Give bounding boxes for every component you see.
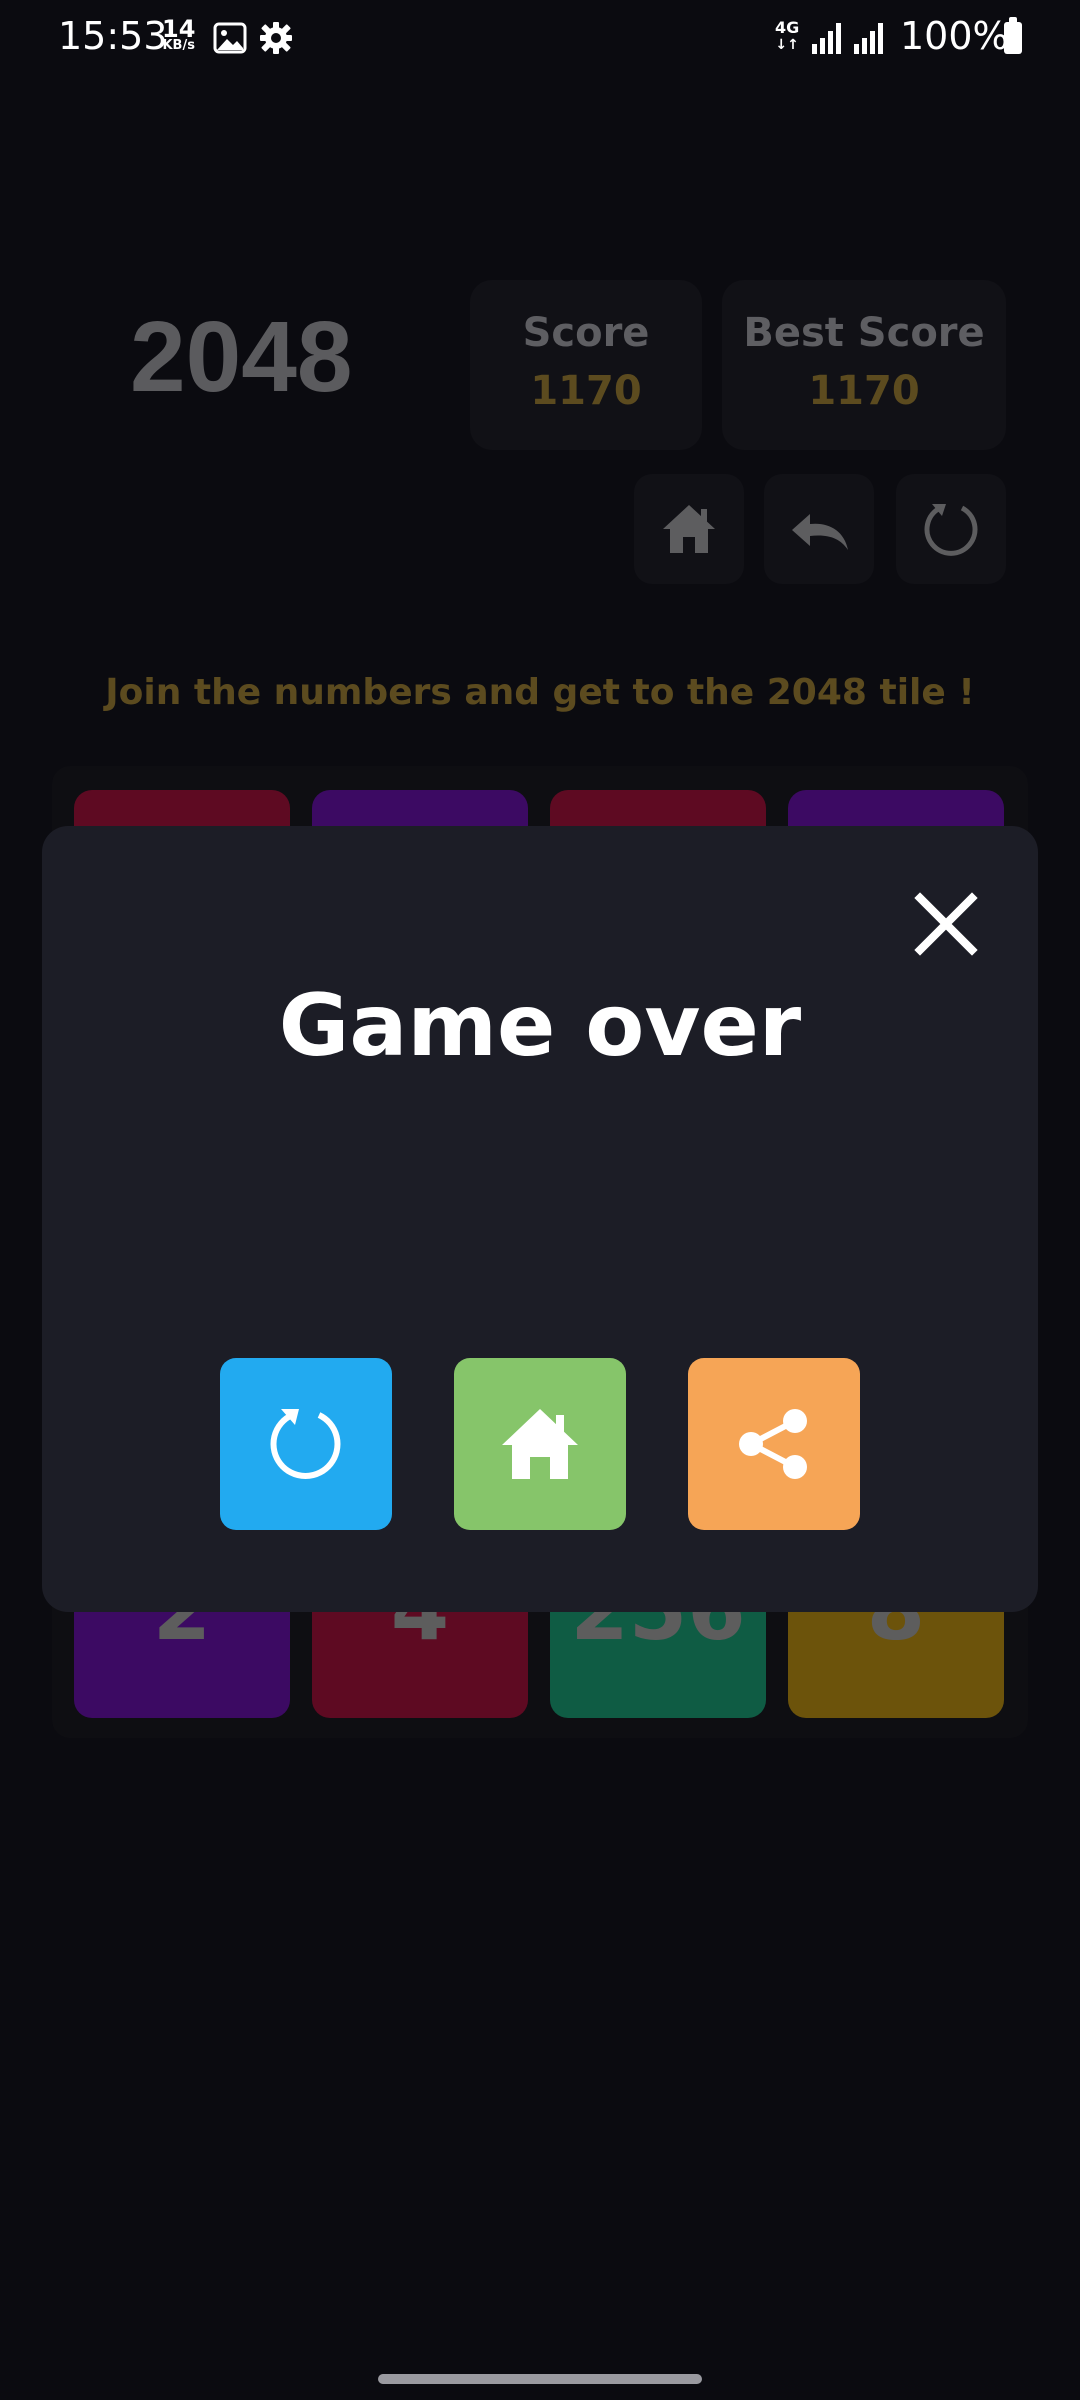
restart-icon (270, 1409, 341, 1479)
tagline: Join the numbers and get to the 2048 til… (105, 672, 975, 713)
best-score-box: Best Score 1170 (722, 280, 1006, 450)
score-box: Score 1170 (470, 280, 702, 450)
best-score-label: Best Score (743, 310, 985, 356)
score-value: 1170 (530, 368, 642, 414)
go-home-button[interactable] (454, 1358, 626, 1530)
close-icon (914, 892, 978, 956)
undo-button[interactable] (764, 474, 874, 584)
play-again-button[interactable] (220, 1358, 392, 1530)
home-button[interactable] (634, 474, 744, 584)
score-label: Score (522, 310, 650, 356)
home-indicator[interactable] (378, 2374, 702, 2384)
restart-button[interactable] (896, 474, 1006, 584)
share-button[interactable] (688, 1358, 860, 1530)
share-icon (739, 1409, 807, 1479)
home-icon (502, 1409, 578, 1479)
undo-icon (792, 514, 848, 550)
close-button[interactable] (904, 882, 988, 966)
dialog-title: Game over (278, 976, 802, 1076)
restart-icon (924, 504, 978, 556)
game-title: 2048 (130, 301, 353, 413)
best-score-value: 1170 (808, 368, 920, 414)
home-icon (663, 505, 715, 553)
